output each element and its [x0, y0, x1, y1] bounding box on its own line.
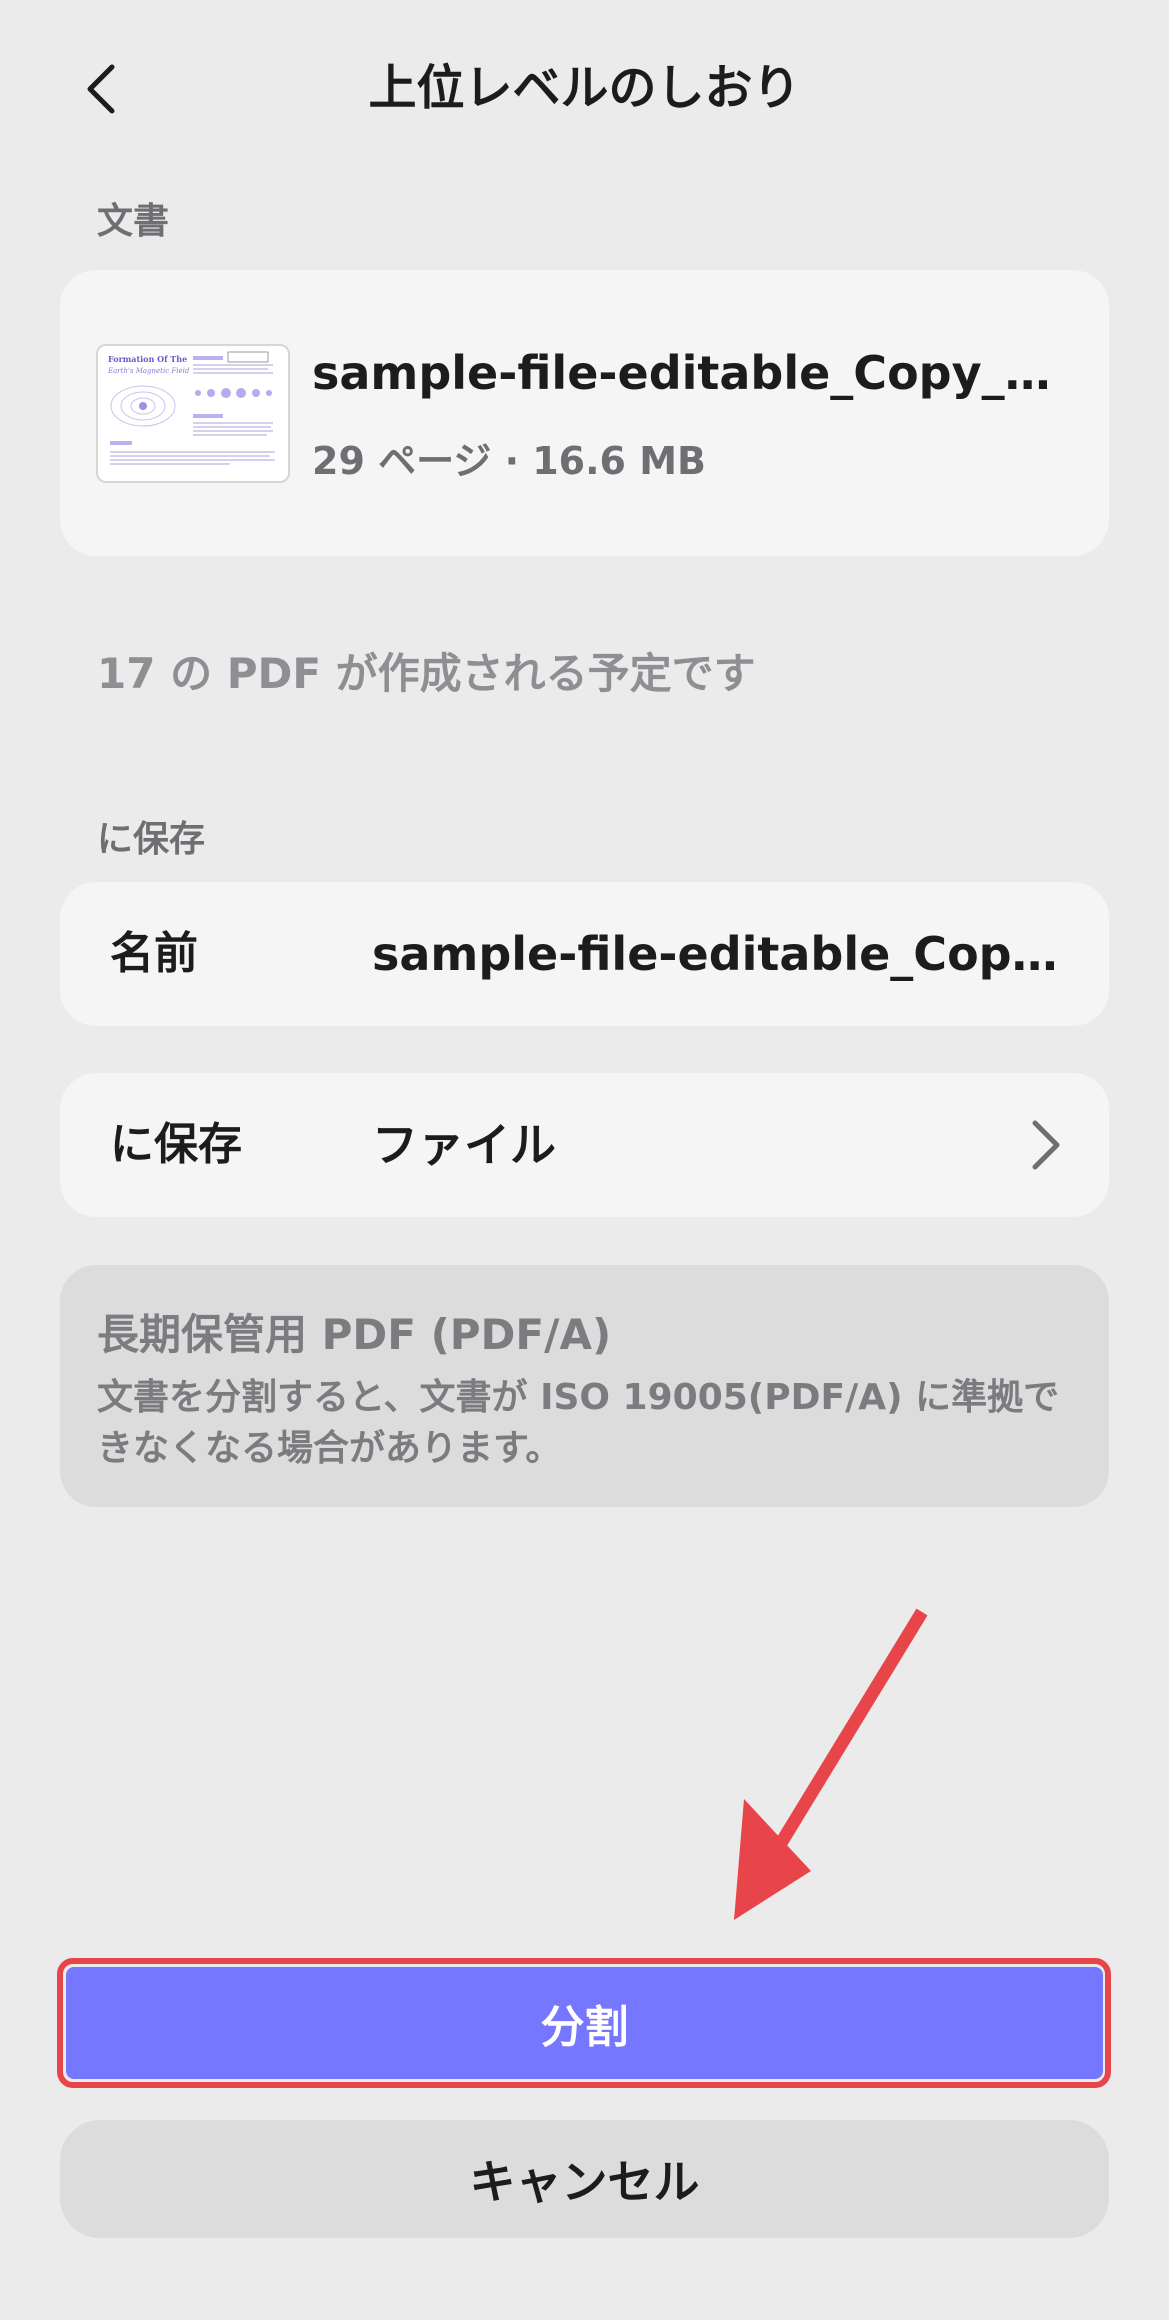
thumbnail-title-2: Earth's Magnetic Field: [107, 367, 190, 375]
split-button[interactable]: 分割: [66, 1967, 1103, 2079]
document-card: Formation Of The Earth's Magnetic Field: [60, 270, 1109, 556]
save-location-value: ファイル: [372, 1118, 556, 1172]
document-section-label: 文書: [97, 201, 170, 242]
pdfa-info-card: 長期保管用 PDF (PDF/A) 文書を分割すると、文書が ISO 19005…: [60, 1265, 1109, 1507]
name-row[interactable]: 名前 sample-file-editable_Copy_...: [60, 882, 1109, 1026]
name-row-label: 名前: [110, 928, 198, 979]
name-field[interactable]: sample-file-editable_Copy_...: [372, 882, 1062, 1026]
chevron-right-icon: [1032, 1120, 1060, 1170]
pdfa-info-description: 文書を分割すると、文書が ISO 19005(PDF/A) に準拠できなくなる場…: [97, 1377, 1060, 1469]
pdfa-info-title: 長期保管用 PDF (PDF/A): [97, 1310, 612, 1359]
save-section-label: に保存: [97, 819, 206, 860]
save-location-row[interactable]: に保存 ファイル: [60, 1073, 1109, 1217]
split-count-notice: 17 の PDF が作成される予定です: [97, 649, 756, 698]
document-file-name: sample-file-editable_Copy_Co...: [312, 346, 1072, 400]
document-meta: 29 ページ · 16.6 MB: [312, 439, 707, 483]
cancel-button[interactable]: キャンセル: [60, 2120, 1109, 2238]
document-thumbnail: Formation Of The Earth's Magnetic Field: [96, 344, 290, 483]
thumbnail-title-1: Formation Of The: [108, 354, 187, 364]
save-location-label: に保存: [110, 1119, 242, 1170]
page-title: 上位レベルのしおり: [368, 60, 801, 116]
